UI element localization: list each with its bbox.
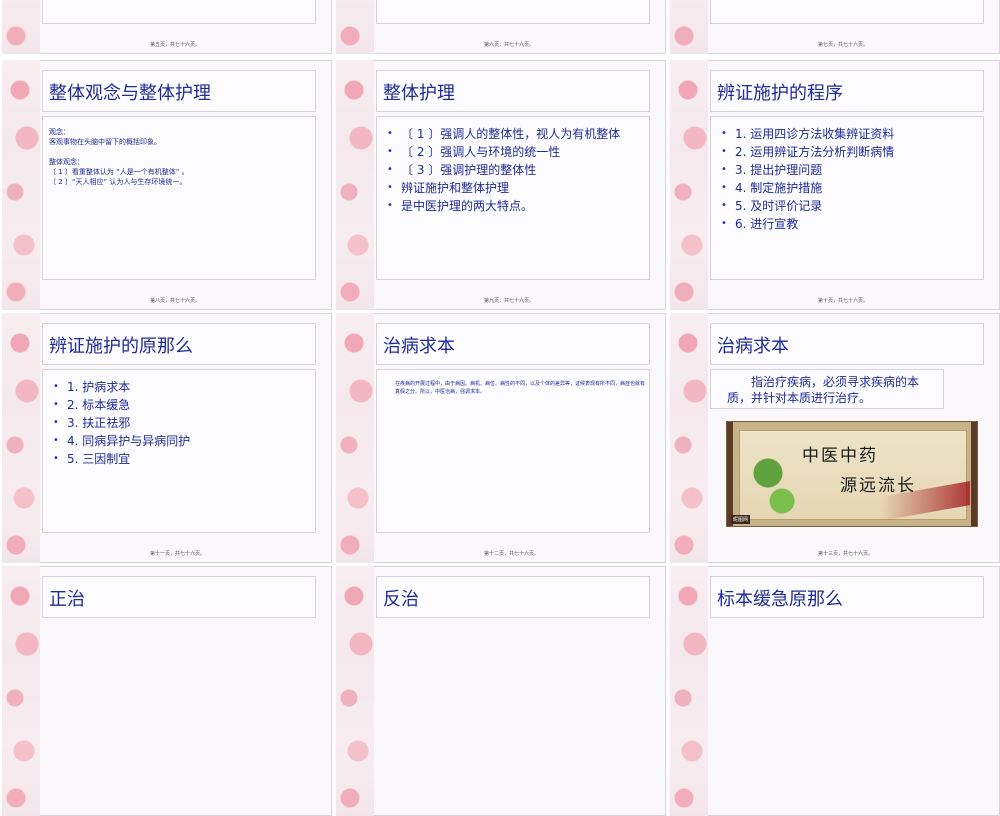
slide-footer: 第七页，共七十六页。 bbox=[818, 42, 869, 48]
floral-border bbox=[2, 60, 40, 310]
bullet-item: 5. 三因制宜 bbox=[53, 450, 190, 468]
slide-title: 整体观念与整体护理 bbox=[49, 83, 211, 104]
slide-title: 整体护理 bbox=[383, 83, 455, 104]
calligraphy-line-1: 中医中药 bbox=[802, 446, 878, 466]
slide-title: 反治 bbox=[383, 589, 419, 610]
bullet-item: 2. 标本缓急 bbox=[53, 396, 190, 414]
floral-border bbox=[670, 566, 708, 816]
bullet-list: 1. 运用四诊方法收集辨证资料 2. 运用辨证方法分析判断病情 3. 提出护理问… bbox=[721, 125, 894, 233]
scroll-painting: 中医中药 源远流长 bbox=[739, 430, 970, 521]
slide-title-box: 治病求本 bbox=[710, 323, 984, 365]
slide-title: 辨证施护的原那么 bbox=[49, 336, 193, 357]
floral-border bbox=[670, 0, 708, 54]
slide-thumbnail-5[interactable]: 第五页，共七十六页。 bbox=[2, 0, 332, 54]
slide-thumbnail-10[interactable]: 辨证施护的程序 1. 运用四诊方法收集辨证资料 2. 运用辨证方法分析判断病情 … bbox=[670, 60, 1000, 310]
floral-border bbox=[670, 313, 708, 563]
slide-body-text: 指治疗疾病，必须寻求疾病的本质，并针对本质进行治疗。 bbox=[727, 375, 920, 405]
slide-content-box bbox=[42, 0, 316, 24]
floral-border bbox=[336, 566, 374, 816]
slide-title-box: 辨证施护的原那么 bbox=[42, 323, 316, 365]
slide-content-box: 1. 运用四诊方法收集辨证资料 2. 运用辨证方法分析判断病情 3. 提出护理问… bbox=[710, 116, 984, 280]
slide-content-box bbox=[376, 0, 650, 24]
floral-border bbox=[336, 60, 374, 310]
slide-thumbnail-14[interactable]: 正治 bbox=[2, 566, 332, 816]
floral-border bbox=[336, 313, 374, 563]
slide-thumbnail-7[interactable]: 第七页，共七十六页。 bbox=[670, 0, 1000, 54]
slide-content-box: 1. 护病求本 2. 标本缓急 3. 扶正祛邪 4. 同病异护与异病同护 5. … bbox=[42, 369, 316, 533]
bullet-item: 1. 运用四诊方法收集辨证资料 bbox=[721, 125, 894, 143]
slide-title: 正治 bbox=[49, 589, 85, 610]
bullet-list: 〔 1 〕强调人的整体性，视人为有机整体 〔 2 〕强调人与环境的统一性 〔 3… bbox=[387, 125, 620, 215]
bullet-item: 6. 进行宣教 bbox=[721, 215, 894, 233]
bullet-item: 2. 运用辨证方法分析判断病情 bbox=[721, 143, 894, 161]
bullet-item: 3. 扶正祛邪 bbox=[53, 414, 190, 432]
slide-sorter-grid: 第五页，共七十六页。 第六页，共七十六页。 第七页，共七十六页。 整体观念与整体… bbox=[0, 0, 1000, 816]
floral-border bbox=[336, 0, 374, 54]
slide-footer: 第五页，共七十六页。 bbox=[150, 42, 201, 48]
slide-content-box: 观念： 客观事物在头脑中留下的概括印象。 整体观念： 〔 1 〕看重整体认为 “… bbox=[42, 116, 316, 280]
slide-footer: 第十二页，共七十六页。 bbox=[484, 551, 540, 557]
slide-footer: 第十页，共七十六页。 bbox=[818, 298, 869, 304]
floral-border bbox=[2, 313, 40, 563]
slide-content-box: 〔 1 〕强调人的整体性，视人为有机整体 〔 2 〕强调人与环境的统一性 〔 3… bbox=[376, 116, 650, 280]
scroll-image: 中医中药 源远流长 昵图网 bbox=[726, 421, 978, 527]
slide-thumbnail-6[interactable]: 第六页，共七十六页。 bbox=[336, 0, 666, 54]
bullet-item: 是中医护理的两大特点。 bbox=[387, 197, 620, 215]
slide-thumbnail-11[interactable]: 辨证施护的原那么 1. 护病求本 2. 标本缓急 3. 扶正祛邪 4. 同病异护… bbox=[2, 313, 332, 563]
slide-footer: 第八页，共七十六页。 bbox=[150, 298, 201, 304]
bullet-item: 1. 护病求本 bbox=[53, 378, 190, 396]
slide-title-box: 治病求本 bbox=[376, 323, 650, 365]
slide-thumbnail-15[interactable]: 反治 bbox=[336, 566, 666, 816]
slide-title-box: 整体护理 bbox=[376, 70, 650, 112]
calligraphy-line-2: 源远流长 bbox=[840, 476, 916, 496]
slide-content-box bbox=[710, 0, 984, 24]
bullet-item: 3. 提出护理问题 bbox=[721, 161, 894, 179]
slide-title: 治病求本 bbox=[383, 336, 455, 357]
slide-thumbnail-9[interactable]: 整体护理 〔 1 〕强调人的整体性，视人为有机整体 〔 2 〕强调人与环境的统一… bbox=[336, 60, 666, 310]
floral-border bbox=[2, 566, 40, 816]
bullet-item: 辨证施护和整体护理 bbox=[387, 179, 620, 197]
floral-border bbox=[2, 0, 40, 54]
slide-content-box: 指治疗疾病，必须寻求疾病的本质，并针对本质进行治疗。 bbox=[710, 369, 944, 409]
slide-thumbnail-13[interactable]: 治病求本 指治疗疾病，必须寻求疾病的本质，并针对本质进行治疗。 中医中药 源远流… bbox=[670, 313, 1000, 563]
slide-thumbnail-12[interactable]: 治病求本 在疾病的开展过程中，由于病因、病机、病位、病性的不同，以及个体的差异等… bbox=[336, 313, 666, 563]
bullet-list: 1. 护病求本 2. 标本缓急 3. 扶正祛邪 4. 同病异护与异病同护 5. … bbox=[53, 378, 190, 468]
slide-title: 治病求本 bbox=[717, 336, 789, 357]
slide-title-box: 标本缓急原那么 bbox=[710, 576, 984, 618]
bullet-item: 4. 制定施护措施 bbox=[721, 179, 894, 197]
slide-thumbnail-16[interactable]: 标本缓急原那么 bbox=[670, 566, 1000, 816]
slide-title-box: 整体观念与整体护理 bbox=[42, 70, 316, 112]
slide-title-box: 辨证施护的程序 bbox=[710, 70, 984, 112]
bullet-item: 〔 1 〕强调人的整体性，视人为有机整体 bbox=[387, 125, 620, 143]
slide-thumbnail-8[interactable]: 整体观念与整体护理 观念： 客观事物在头脑中留下的概括印象。 整体观念： 〔 1… bbox=[2, 60, 332, 310]
slide-footer: 第十一页，共七十六页。 bbox=[150, 551, 206, 557]
slide-title: 辨证施护的程序 bbox=[717, 83, 843, 104]
slide-body-text: 在疾病的开展过程中，由于病因、病机、病位、病性的不同，以及个体的差异等，证候表现… bbox=[395, 381, 646, 395]
image-credit: 昵图网 bbox=[731, 515, 751, 524]
bullet-item: 〔 3 〕强调护理的整体性 bbox=[387, 161, 620, 179]
bullet-item: 〔 2 〕强调人与环境的统一性 bbox=[387, 143, 620, 161]
bullet-item: 5. 及时评价记录 bbox=[721, 197, 894, 215]
slide-footer: 第十三页，共七十六页。 bbox=[818, 551, 874, 557]
slide-content-box: 在疾病的开展过程中，由于病因、病机、病位、病性的不同，以及个体的差异等，证候表现… bbox=[376, 369, 650, 533]
slide-title-box: 反治 bbox=[376, 576, 650, 618]
slide-body-text: 观念： 客观事物在头脑中留下的概括印象。 整体观念： 〔 1 〕看重整体认为 “… bbox=[49, 128, 189, 186]
slide-title: 标本缓急原那么 bbox=[717, 589, 843, 610]
floral-border bbox=[670, 60, 708, 310]
bullet-item: 4. 同病异护与异病同护 bbox=[53, 432, 190, 450]
slide-footer: 第九页，共七十六页。 bbox=[484, 298, 535, 304]
slide-title-box: 正治 bbox=[42, 576, 316, 618]
slide-footer: 第六页，共七十六页。 bbox=[484, 42, 535, 48]
